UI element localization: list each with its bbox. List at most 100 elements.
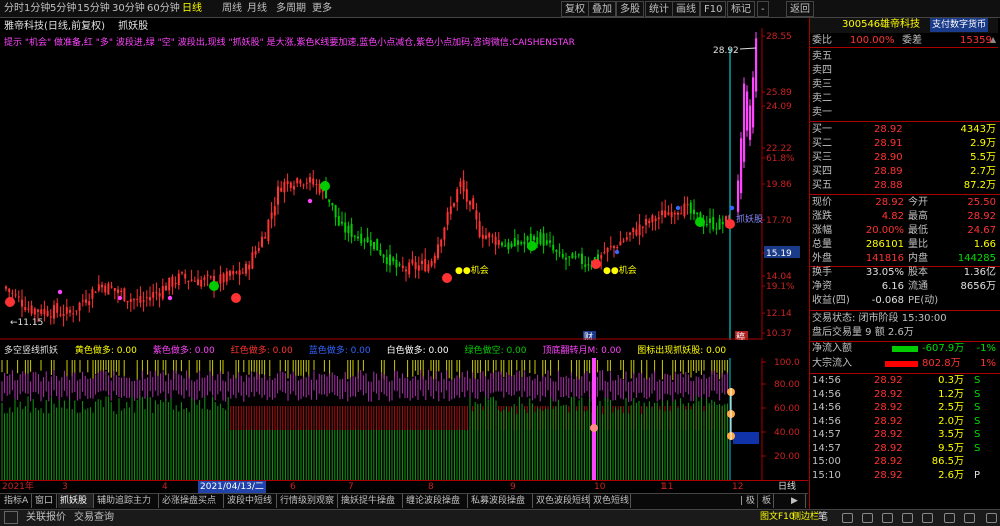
formula-tab[interactable]: 必涨操盘买点 bbox=[160, 494, 224, 508]
formula-tab[interactable]: 辅助追踪主力 bbox=[95, 494, 159, 508]
candle-body bbox=[30, 305, 33, 314]
signal-dot bbox=[167, 295, 173, 301]
date-label: 9 bbox=[510, 482, 516, 492]
period-tab[interactable]: 月线 bbox=[247, 2, 267, 16]
sell-level: 卖二 bbox=[810, 92, 998, 106]
flow-row: 大宗流入 802.8万 1% bbox=[810, 357, 998, 371]
settings-icon[interactable] bbox=[4, 511, 18, 524]
formula-tab[interactable]: 擒妖捉牛操盘 bbox=[339, 494, 403, 508]
candle-body bbox=[667, 212, 670, 215]
candle-body bbox=[94, 291, 97, 293]
period-tab[interactable]: 5分钟 bbox=[50, 2, 76, 16]
candle-body bbox=[629, 232, 631, 235]
tick-side: S bbox=[974, 375, 981, 386]
formula-tab[interactable]: 缠论波段操盘 bbox=[404, 494, 468, 508]
period-tab[interactable]: 分时 bbox=[4, 2, 24, 16]
period-tab[interactable]: 日线 bbox=[182, 2, 202, 16]
date-label: 7 bbox=[348, 482, 354, 492]
tab-extra[interactable]: | 极 bbox=[738, 494, 758, 508]
scroll-arrow-icon[interactable]: ▲ bbox=[990, 36, 998, 44]
chart-icon[interactable] bbox=[964, 513, 975, 523]
formula-tab[interactable]: 指标A bbox=[2, 494, 32, 508]
quote-stat-row: 现价 28.92 今开 25.50 bbox=[810, 196, 998, 210]
candle-body bbox=[520, 242, 523, 244]
period-tab[interactable]: 周线 bbox=[222, 2, 242, 16]
period-tab[interactable]: 30分钟 bbox=[112, 2, 145, 16]
buy-level-volume: 5.5万 bbox=[970, 152, 996, 163]
tick-time: 14:56 bbox=[812, 388, 841, 400]
tab-extra[interactable]: 板 bbox=[760, 494, 775, 508]
candle-body bbox=[651, 215, 654, 223]
tick-row: 14:56 28.92 2.0万 S bbox=[810, 415, 998, 429]
toolbar-button[interactable]: - bbox=[757, 1, 769, 17]
concept-badge[interactable]: 支付数字货币 bbox=[930, 18, 989, 32]
signal-dot bbox=[307, 198, 313, 204]
pen-icon[interactable]: 笔 bbox=[818, 511, 828, 524]
candle-body bbox=[395, 259, 398, 268]
period-tab[interactable]: 更多 bbox=[312, 2, 332, 16]
list3-icon[interactable] bbox=[902, 513, 913, 523]
period-tab[interactable]: 1分钟 bbox=[24, 2, 50, 16]
candle-body bbox=[334, 204, 337, 218]
grid2-icon[interactable] bbox=[944, 513, 955, 523]
candle-body bbox=[565, 257, 567, 260]
tick-volume: 86.5万 bbox=[931, 456, 964, 467]
scroll-right-icon[interactable]: ▶ bbox=[784, 494, 806, 508]
candle-body bbox=[494, 236, 497, 245]
candle-body bbox=[248, 264, 251, 270]
status-button[interactable]: 侧边栏 bbox=[792, 511, 819, 524]
weibi-label: 委比 bbox=[812, 35, 832, 46]
indicator-axis-label: 80.00 bbox=[774, 380, 800, 390]
candle-body bbox=[341, 221, 343, 224]
formula-tab[interactable]: 私募波段操盘 bbox=[469, 494, 533, 508]
toolbar-button[interactable]: 标记 bbox=[727, 1, 755, 17]
grid-icon[interactable] bbox=[922, 513, 933, 523]
candle-body bbox=[456, 189, 459, 203]
divider bbox=[810, 194, 1000, 195]
divider bbox=[810, 121, 1000, 122]
candle-body bbox=[491, 235, 494, 237]
price-axis-label: 17.70 bbox=[766, 216, 792, 226]
candle-body bbox=[510, 243, 513, 247]
formula-tab[interactable]: 抓妖股 bbox=[58, 494, 94, 508]
indicator-name[interactable]: 多空竖线抓妖 bbox=[4, 346, 58, 356]
buy-signal-icon bbox=[5, 297, 15, 307]
toolbar-button[interactable]: 叠加 bbox=[588, 1, 616, 17]
formula-tab[interactable]: 行情级别观察 bbox=[278, 494, 338, 508]
status-button[interactable]: 图文F10 bbox=[760, 511, 795, 524]
period-tab[interactable]: 多周期 bbox=[276, 2, 306, 16]
status-link[interactable]: 交易查询 bbox=[74, 511, 114, 524]
toolbar-button[interactable]: 多股 bbox=[616, 1, 644, 17]
list2-icon[interactable] bbox=[882, 513, 893, 523]
date-label: 1 bbox=[660, 482, 666, 492]
quote-stat-row: 净资 6.16 流通 8656万 bbox=[810, 280, 998, 294]
buy-level-volume: 2.7万 bbox=[970, 166, 996, 177]
period-tab[interactable]: 60分钟 bbox=[147, 2, 180, 16]
stat-label: 外盘 bbox=[812, 253, 832, 264]
candle-body bbox=[497, 240, 500, 245]
candle-body bbox=[587, 264, 590, 266]
candle-body bbox=[273, 206, 276, 216]
toolbar-button[interactable]: 统计 bbox=[645, 1, 673, 17]
formula-tab[interactable]: 双色波段短线 bbox=[534, 494, 590, 508]
toolbar-button[interactable]: F10 bbox=[700, 1, 727, 17]
candle-body bbox=[107, 283, 110, 295]
quote-stat-row: 外盘 141816 内盘 144285 bbox=[810, 252, 1000, 267]
formula-tab[interactable]: 双色短线 bbox=[591, 494, 631, 508]
tick-side: S bbox=[974, 402, 981, 413]
stat-label: 今开 bbox=[908, 197, 928, 208]
toolbar-button[interactable]: 画线 bbox=[672, 1, 700, 17]
candle-body bbox=[91, 289, 94, 299]
indicator-chart[interactable]: 100.0 80.00 60.00 40.00 20.00 bbox=[0, 358, 808, 480]
period-tab[interactable]: 15分钟 bbox=[77, 2, 110, 16]
bell-icon[interactable] bbox=[986, 513, 997, 523]
status-link[interactable]: 关联报价 bbox=[26, 511, 66, 524]
list-icon[interactable] bbox=[862, 513, 873, 523]
formula-tab[interactable]: 波段中短线 bbox=[225, 494, 277, 508]
candlestick-chart[interactable]: 28.55 25.89 24.09 22.2261.8% 19.86 17.70 15.19… bbox=[0, 28, 808, 340]
toolbar-button[interactable]: 返回 bbox=[786, 1, 814, 17]
toolbar-button[interactable]: 复权 bbox=[561, 1, 589, 17]
formula-tab[interactable]: 窗口 bbox=[33, 494, 57, 508]
candle-body bbox=[46, 310, 49, 316]
ban-icon[interactable] bbox=[842, 513, 853, 523]
